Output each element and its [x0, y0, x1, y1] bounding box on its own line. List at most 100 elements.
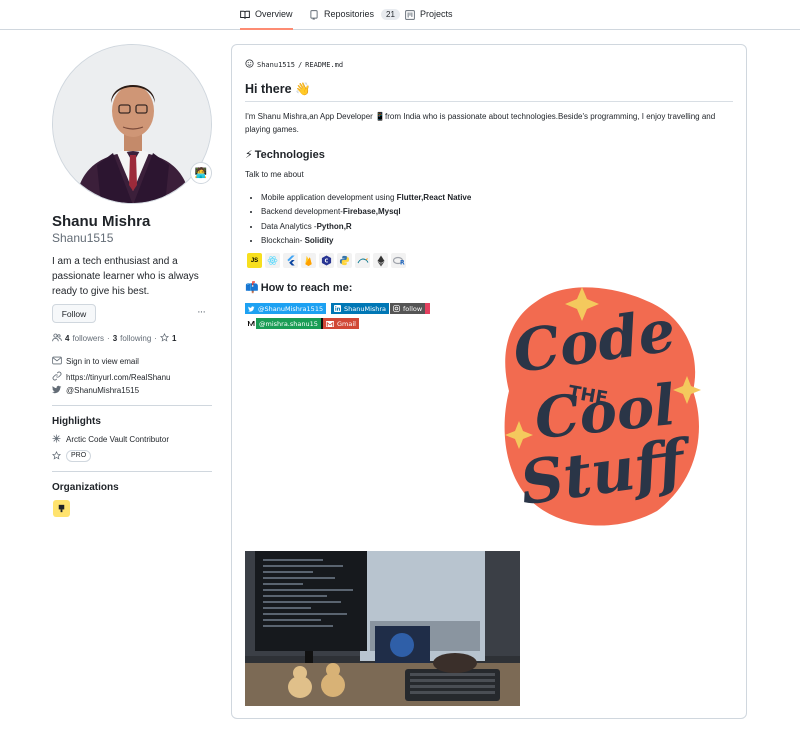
profile-readme: Shanu1515 / README.md Hi there 👋 I'm Sha…	[231, 44, 747, 719]
medium-badge[interactable]: @mishra.shanu15	[245, 318, 324, 329]
star-icon	[51, 450, 62, 462]
book-icon	[240, 10, 250, 20]
linkedin-icon	[334, 305, 341, 312]
gmail-icon	[326, 320, 334, 327]
profile-bio: I am a tech enthusiast and a passionate …	[52, 256, 199, 297]
list-item: Data Analytics -Python,R	[261, 220, 471, 234]
tab-overview-label: Overview	[255, 9, 293, 19]
readme-file-link[interactable]: README.md	[305, 61, 343, 69]
lightning-icon: ⚡	[245, 149, 253, 161]
tech-icons-row: JS C R	[247, 253, 406, 268]
people-icon	[52, 333, 62, 344]
medium-badge-label: @mishra.shanu15	[256, 318, 321, 329]
star-icon	[159, 332, 169, 344]
profile-avatar[interactable]	[52, 44, 212, 204]
reach-me-heading-text: How to reach me:	[260, 281, 353, 294]
vcard-twitter[interactable]: @ShanuMishra1515	[52, 385, 139, 396]
more-options-icon[interactable]: ···	[197, 306, 206, 318]
follow-stats: 4 followers · 3 following · 1	[52, 332, 176, 344]
arctic-vault-icon	[52, 434, 61, 445]
svg-text:R: R	[400, 259, 405, 266]
pro-badge: PRO	[66, 450, 92, 462]
organization-avatar[interactable]	[53, 500, 70, 517]
workspace-photo	[245, 551, 520, 706]
linkedin-badge-label: ShanuMishra	[344, 304, 387, 313]
linkedin-badge[interactable]: ShanuMishra	[331, 303, 390, 314]
following-count[interactable]: 3	[113, 334, 117, 343]
followers-count[interactable]: 4	[65, 334, 69, 343]
readme-intro: I'm Shanu Mishra,an App Developer 📱from …	[245, 112, 716, 134]
heading-divider	[245, 101, 733, 102]
organizations-title: Organizations	[52, 482, 119, 493]
technologies-list: Mobile application development using Flu…	[261, 191, 471, 248]
technologies-heading: ⚡ Technologies	[245, 148, 325, 162]
firebase-icon[interactable]	[301, 253, 316, 268]
twitter-icon	[248, 305, 255, 312]
profile-tab-bar: Overview Repositories 21 Projects	[0, 0, 800, 30]
tab-projects-label: Projects	[420, 9, 453, 19]
flutter-icon[interactable]	[283, 253, 298, 268]
twitter-handle[interactable]: @ShanuMishra1515	[66, 386, 139, 395]
repo-count-badge: 21	[381, 9, 400, 20]
website-link[interactable]: https://tinyurl.com/RealShanu	[66, 373, 171, 382]
divider	[52, 471, 212, 472]
c-icon[interactable]: C	[319, 253, 334, 268]
gmail-badge[interactable]: Gmail	[323, 318, 359, 329]
tab-overview[interactable]: Overview	[240, 9, 293, 30]
tab-repositories[interactable]: Repositories 21	[309, 9, 400, 30]
vcard-website[interactable]: https://tinyurl.com/RealShanu	[52, 371, 171, 383]
svg-text:C: C	[325, 258, 329, 264]
readme-owner-link[interactable]: Shanu1515	[257, 61, 295, 69]
highlights-title: Highlights	[52, 416, 101, 427]
tab-repositories-label: Repositories	[324, 9, 375, 19]
gmail-badge-label: Gmail	[337, 319, 356, 328]
project-icon	[405, 10, 415, 20]
follow-button[interactable]: Follow	[52, 304, 96, 323]
smiley-icon	[245, 59, 254, 70]
waving-hand-icon: 👋	[295, 82, 311, 96]
tab-projects[interactable]: Projects	[405, 9, 453, 30]
highlight-pro: PRO	[51, 450, 92, 462]
r-icon[interactable]: R	[391, 253, 406, 268]
javascript-icon[interactable]: JS	[247, 253, 262, 268]
instagram-icon	[393, 305, 400, 312]
medium-icon	[245, 318, 256, 329]
readme-heading-text: Hi there	[245, 82, 292, 96]
mysql-icon[interactable]	[355, 253, 370, 268]
breadcrumb-separator: /	[297, 60, 303, 69]
avatar-portrait-image	[53, 45, 211, 203]
divider	[52, 405, 212, 406]
ethereum-icon[interactable]	[373, 253, 388, 268]
list-item: Mobile application development using Flu…	[261, 191, 471, 205]
list-item: Backend development-Firebase,Mysql	[261, 205, 471, 219]
profile-full-name: Shanu Mishra	[52, 213, 151, 230]
mail-icon	[52, 356, 62, 367]
following-label[interactable]: following	[120, 334, 151, 343]
technologies-heading-text: Technologies	[254, 148, 325, 161]
status-emoji-badge[interactable]: 🧑‍💻	[190, 162, 212, 184]
instagram-badge[interactable]: follow	[390, 303, 431, 314]
twitter-badge[interactable]: @ShanuMishra1515	[245, 303, 327, 314]
mailbox-icon: 📫	[245, 282, 259, 294]
readme-heading: Hi there 👋	[245, 82, 311, 97]
highlight-arctic-vault[interactable]: Arctic Code Vault Contributor	[52, 434, 169, 445]
code-the-cool-stuff-sticker: Code THE Cool Stuff	[497, 281, 707, 529]
list-item: Blockchain- Solidity	[261, 234, 471, 248]
instagram-badge-label: follow	[403, 304, 423, 313]
repo-icon	[309, 10, 319, 20]
talk-to-me-text: Talk to me about	[245, 170, 304, 179]
profile-username: Shanu1515	[52, 231, 114, 245]
twitter-icon	[52, 385, 62, 396]
readme-breadcrumb: Shanu1515 / README.md	[245, 59, 343, 70]
arctic-vault-label: Arctic Code Vault Contributor	[66, 435, 170, 444]
link-icon	[52, 371, 62, 383]
email-text: Sign in to view email	[66, 357, 139, 366]
reach-me-heading: 📫 How to reach me:	[245, 281, 353, 295]
vcard-email[interactable]: Sign in to view email	[52, 356, 139, 367]
twitter-badge-label: @ShanuMishra1515	[258, 304, 324, 313]
python-icon[interactable]	[337, 253, 352, 268]
react-icon[interactable]	[265, 253, 280, 268]
followers-label[interactable]: followers	[72, 334, 104, 343]
stars-count[interactable]: 1	[172, 334, 176, 343]
organization-logo-icon	[58, 504, 65, 513]
